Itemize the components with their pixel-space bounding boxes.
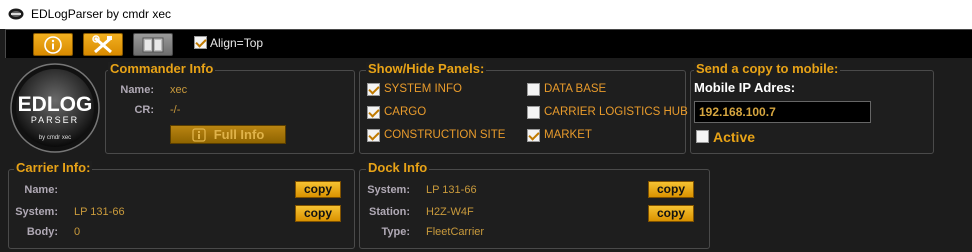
dock-system-label: System:	[367, 184, 410, 196]
commander-info-title: Commander Info	[108, 61, 216, 76]
logo-sub-text: PARSER	[31, 115, 79, 125]
carrier-body-label: Body:	[26, 226, 58, 238]
info-icon	[192, 127, 206, 142]
mobile-ip-input[interactable]: 192.168.100.7	[694, 101, 871, 123]
copy-carrier-name-button[interactable]: copy	[295, 181, 341, 198]
book-icon	[142, 37, 164, 52]
active-label: Active	[713, 129, 756, 145]
data-base-label: DATA BASE	[544, 83, 607, 95]
data-base-checkbox[interactable]	[527, 83, 540, 96]
market-label: MARKET	[544, 129, 592, 141]
copy-carrier-system-button[interactable]: copy	[295, 205, 341, 222]
commander-cr-label: CR:	[134, 104, 154, 116]
info-icon	[44, 35, 62, 54]
carrier-system-value: LP 131-66	[74, 206, 125, 218]
logo-main-text: EDLOG	[18, 93, 93, 116]
title-bar: EDLogParser by cmdr xec	[0, 0, 972, 29]
system-info-checkbox[interactable]	[367, 83, 380, 96]
carrier-name-label: Name:	[24, 184, 58, 196]
window-title: EDLogParser by cmdr xec	[31, 7, 172, 21]
app-icon	[8, 8, 24, 20]
tools-icon	[92, 34, 112, 53]
cargo-checkbox[interactable]	[367, 106, 380, 119]
align-top-label: Align=Top	[210, 36, 264, 50]
dock-info-title: Dock Info	[366, 160, 430, 175]
mobile-copy-title: Send a copy to mobile:	[694, 61, 841, 76]
carrier-logistics-hub-label: CARRIER LOGISTICS HUB	[544, 106, 688, 118]
manual-button[interactable]	[133, 33, 173, 56]
carrier-logistics-hub-checkbox[interactable]	[527, 106, 540, 119]
commander-cr-value: -/-	[170, 104, 181, 116]
full-info-button[interactable]: Full Info	[170, 125, 286, 144]
dock-type-value: FleetCarrier	[426, 226, 485, 238]
dock-station-label: Station:	[369, 206, 410, 218]
carrier-info-title: Carrier Info:	[14, 160, 93, 175]
info-button[interactable]	[33, 33, 73, 56]
carrier-system-label: System:	[15, 206, 58, 218]
mobile-ip-label: Mobile IP Adres:	[694, 80, 796, 95]
active-checkbox[interactable]	[696, 130, 709, 143]
copy-dock-system-button[interactable]: copy	[648, 181, 694, 198]
copy-dock-station-button[interactable]: copy	[648, 205, 694, 222]
align-top-checkbox[interactable]	[194, 36, 207, 49]
dock-system-value: LP 131-66	[426, 184, 477, 196]
show-hide-panels-title: Show/Hide Panels:	[366, 61, 487, 76]
dock-station-value: H2Z-W4F	[426, 206, 474, 218]
toolbar	[5, 29, 972, 58]
settings-button[interactable]	[83, 33, 123, 56]
logo-credit-text: by cmdr xec	[39, 135, 71, 141]
system-info-label: SYSTEM INFO	[384, 83, 462, 95]
construction-site-label: CONSTRUCTION SITE	[384, 129, 506, 141]
construction-site-checkbox[interactable]	[367, 129, 380, 142]
carrier-body-value: 0	[74, 226, 81, 238]
full-info-label: Full Info	[213, 127, 265, 142]
cargo-label: CARGO	[384, 106, 427, 118]
edlog-logo: EDLOG PARSER by cmdr xec	[10, 63, 100, 153]
market-checkbox[interactable]	[527, 129, 540, 142]
commander-name-label: Name:	[120, 84, 154, 96]
commander-name-value: xec	[170, 84, 188, 96]
dock-type-label: Type:	[381, 226, 410, 238]
